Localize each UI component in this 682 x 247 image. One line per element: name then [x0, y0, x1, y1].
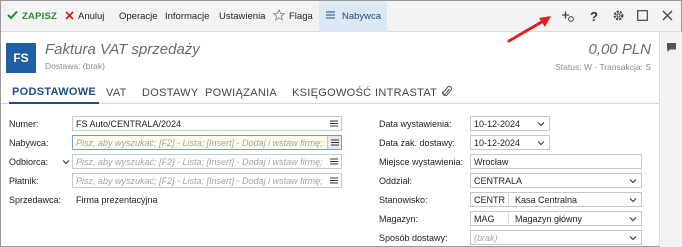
- toolbar: ZAPISZ Anuluj Operacje Informacje Ustawi…: [1, 1, 681, 32]
- settings-gear-button[interactable]: [608, 1, 628, 32]
- operations-menu[interactable]: Operacje: [119, 1, 158, 32]
- tab-attachments[interactable]: [441, 81, 453, 104]
- cancel-label: Anuluj: [78, 11, 105, 22]
- buyer-placeholder: Pisz, aby wyszukać; [F2] - Lista; [Inser…: [76, 137, 323, 148]
- delivery-method-select[interactable]: (brak): [470, 230, 642, 245]
- information-menu[interactable]: Informacje: [165, 1, 209, 32]
- number-value: FS Auto/CENTRALA/2024: [76, 118, 182, 129]
- document-type-badge: FS: [6, 43, 36, 73]
- save-label: ZAPISZ: [22, 11, 57, 22]
- add-contact-icon: [561, 9, 575, 25]
- number-menu-icon[interactable]: [330, 117, 338, 130]
- settings-menu[interactable]: Ustawienia: [219, 1, 265, 32]
- chevron-down-icon[interactable]: [537, 117, 545, 130]
- issue-date-label: Data wystawienia:: [379, 119, 452, 129]
- flag-label: Flaga: [289, 11, 313, 22]
- station-label: Stanowisko:: [379, 195, 428, 205]
- buyer-tab-button[interactable]: Nabywca: [319, 1, 387, 32]
- document-subtitle: Dostawa: (brak): [45, 61, 105, 71]
- star-icon: [272, 8, 286, 24]
- recipient-menu-icon[interactable]: [330, 155, 338, 168]
- tab-powiazania[interactable]: POWIĄZANIA: [205, 81, 277, 104]
- paperclip-icon: [441, 85, 453, 101]
- branch-label: Oddział:: [379, 176, 413, 186]
- seller-label: Sprzedawca:: [9, 195, 62, 205]
- warehouse-label: Magazyn:: [379, 214, 419, 224]
- help-icon: ?: [590, 9, 598, 24]
- tab-ksiegowosc[interactable]: KSIĘGOWOŚĆ: [292, 81, 371, 104]
- check-icon: [7, 10, 18, 23]
- number-field[interactable]: FS Auto/CENTRALA/2024: [72, 116, 342, 131]
- tab-bar: PODSTAWOWE VAT DOSTAWY POWIĄZANIA KSIĘGO…: [1, 81, 659, 104]
- side-panel: [659, 32, 682, 247]
- buyer-search-input[interactable]: Pisz, aby wyszukać; [F2] - Lista; [Inser…: [72, 135, 342, 150]
- chevron-down-icon[interactable]: [629, 231, 637, 244]
- buyer-menu-icon[interactable]: [327, 136, 341, 149]
- payer-search-input[interactable]: Pisz, aby wyszukać; [F2] - Lista; [Inser…: [72, 173, 342, 188]
- seller-value: Firma prezentacyjna: [72, 192, 342, 207]
- place-value: Wrocław: [474, 156, 509, 167]
- warehouse-code: MAG: [471, 212, 509, 225]
- maximize-button[interactable]: [632, 1, 652, 32]
- cancel-button[interactable]: Anuluj: [65, 1, 104, 32]
- station-name: Kasa Centralna: [515, 194, 578, 205]
- comment-icon[interactable]: [666, 42, 677, 55]
- payer-menu-icon[interactable]: [330, 174, 338, 187]
- document-status: Status: W · Transakcja: S: [555, 62, 651, 72]
- hamburger-menu-icon: [326, 11, 335, 22]
- close-icon: [662, 10, 673, 23]
- recipient-search-input[interactable]: Pisz, aby wyszukać; [F2] - Lista; [Inser…: [72, 154, 342, 169]
- settings-label: Ustawienia: [219, 11, 266, 22]
- issue-date-value: 10-12-2024: [474, 118, 521, 129]
- delivery-method-placeholder: (brak): [474, 232, 498, 243]
- flag-button[interactable]: Flaga: [272, 1, 313, 32]
- branch-select[interactable]: CENTRALA: [470, 173, 642, 188]
- document-title: Faktura VAT sprzedaży: [45, 41, 200, 58]
- delivery-method-label: Sposób dostawy:: [379, 233, 448, 243]
- station-select[interactable]: CENTR Kasa Centralna: [470, 192, 642, 207]
- tab-podstawowe[interactable]: PODSTAWOWE: [9, 81, 100, 104]
- help-button[interactable]: ?: [584, 1, 604, 32]
- issue-date-field[interactable]: 10-12-2024: [470, 116, 550, 131]
- document-amount: 0,00 PLN: [588, 41, 651, 58]
- close-x-icon: [65, 10, 74, 23]
- recipient-label: Odbiorca:: [9, 157, 49, 167]
- gear-icon: [612, 9, 625, 24]
- number-label: Numer:: [9, 119, 39, 129]
- delivery-date-label: Data zak. dostawy:: [379, 138, 456, 148]
- payer-label: Płatnik:: [9, 176, 39, 186]
- delivery-date-value: 10-12-2024: [474, 137, 521, 148]
- place-input[interactable]: Wrocław: [470, 154, 642, 169]
- tab-vat[interactable]: VAT: [106, 81, 127, 104]
- operations-label: Operacje: [119, 11, 158, 22]
- delivery-date-field[interactable]: 10-12-2024: [470, 135, 550, 150]
- document-header: FS Faktura VAT sprzedaży Dostawa: (brak)…: [1, 33, 659, 78]
- recipient-dropdown-icon[interactable]: [62, 157, 70, 167]
- maximize-icon: [636, 10, 648, 23]
- warehouse-name: Magazyn główny: [515, 213, 583, 224]
- buyer-label-field: Nabywca:: [9, 138, 49, 148]
- place-label: Miejsce wystawienia:: [379, 157, 464, 167]
- tab-dostawy[interactable]: DOSTAWY: [142, 81, 199, 104]
- station-code: CENTR: [471, 193, 509, 206]
- warehouse-select[interactable]: MAG Magazyn główny: [470, 211, 642, 226]
- chevron-down-icon[interactable]: [629, 193, 637, 206]
- buyer-label: Nabywca: [342, 11, 382, 22]
- invoice-window: ZAPISZ Anuluj Operacje Informacje Ustawi…: [0, 0, 682, 247]
- branch-value: CENTRALA: [474, 175, 523, 186]
- tab-intrastat[interactable]: INTRASTAT: [375, 81, 437, 104]
- chevron-down-icon[interactable]: [537, 136, 545, 149]
- information-label: Informacje: [165, 11, 210, 22]
- add-contact-button[interactable]: [558, 1, 578, 32]
- recipient-placeholder: Pisz, aby wyszukać; [F2] - Lista; [Inser…: [76, 156, 323, 167]
- chevron-down-icon[interactable]: [629, 174, 637, 187]
- save-button[interactable]: ZAPISZ: [7, 1, 57, 32]
- payer-placeholder: Pisz, aby wyszukać; [F2] - Lista; [Inser…: [76, 175, 323, 186]
- chevron-down-icon[interactable]: [629, 212, 637, 225]
- window-close-button[interactable]: [657, 1, 677, 32]
